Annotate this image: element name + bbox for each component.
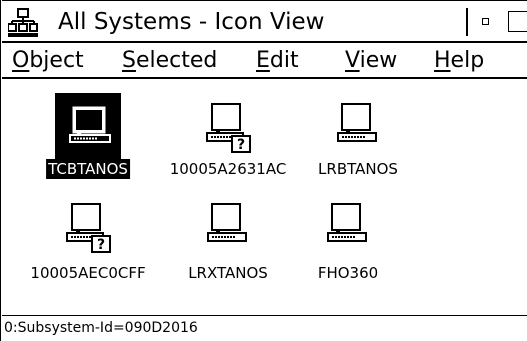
system-icon-item[interactable]: LRXTANOS [168, 187, 288, 297]
title-separator [466, 8, 468, 36]
menu-edit[interactable]: Edit [256, 47, 299, 75]
system-icon-item[interactable]: LRBTANOS [298, 79, 418, 189]
system-name-label[interactable]: 10005A2631AC [168, 159, 289, 179]
menu-object[interactable]: Object [12, 47, 84, 75]
system-name-label[interactable]: 10005AEC0CFF [28, 263, 147, 283]
maximize-button[interactable] [508, 11, 527, 32]
window-title: All Systems - Icon View [58, 9, 325, 35]
computer-unknown-icon[interactable]: ? [204, 103, 252, 157]
system-name-label[interactable]: LRXTANOS [186, 263, 270, 283]
status-bar: 0:Subsystem-Id=090D2016 [2, 315, 527, 341]
title-bar[interactable]: All Systems - Icon View [2, 0, 527, 43]
network-systems-icon[interactable] [7, 8, 38, 38]
computer-selected-icon[interactable] [55, 93, 121, 163]
computer-unknown-icon[interactable]: ? [64, 203, 112, 257]
menu-view-label: iew [359, 48, 398, 73]
computer-icon[interactable] [326, 203, 370, 249]
system-icon-item[interactable]: TCBTANOS [28, 79, 148, 189]
menu-help-mnemonic: H [434, 48, 451, 73]
menu-object-mnemonic: O [12, 48, 30, 73]
menu-object-label: bject [29, 48, 84, 73]
minimize-button[interactable] [480, 16, 490, 26]
menu-view-mnemonic: V [345, 48, 360, 73]
icon-view-area[interactable]: TCBTANOS ? 10005A2631AC LRBTANOS ? 10005… [2, 79, 527, 314]
menu-edit-label: dit [269, 48, 299, 73]
menu-bar: Object Selected Edit View Help [2, 43, 527, 79]
system-name-label[interactable]: FHO360 [316, 263, 380, 283]
system-icon-item[interactable]: ? 10005A2631AC [168, 79, 288, 189]
menu-help[interactable]: Help [434, 47, 484, 75]
menu-view[interactable]: View [345, 47, 397, 75]
menu-selected-mnemonic: S [122, 48, 136, 73]
system-name-label[interactable]: LRBTANOS [316, 159, 400, 179]
svg-text:?: ? [97, 237, 105, 253]
menu-help-label: elp [450, 48, 485, 73]
computer-icon[interactable] [336, 103, 380, 149]
computer-icon[interactable] [206, 203, 250, 249]
system-icon-item[interactable]: ? 10005AEC0CFF [28, 187, 148, 297]
system-icon-item[interactable]: FHO360 [288, 187, 408, 297]
menu-selected-label: elected [135, 48, 218, 73]
icon-view-window: All Systems - Icon View Object Selected … [0, 0, 527, 341]
menu-edit-mnemonic: E [256, 48, 270, 73]
svg-text:?: ? [237, 137, 245, 153]
system-name-label[interactable]: TCBTANOS [46, 159, 130, 179]
menu-selected[interactable]: Selected [122, 47, 217, 75]
